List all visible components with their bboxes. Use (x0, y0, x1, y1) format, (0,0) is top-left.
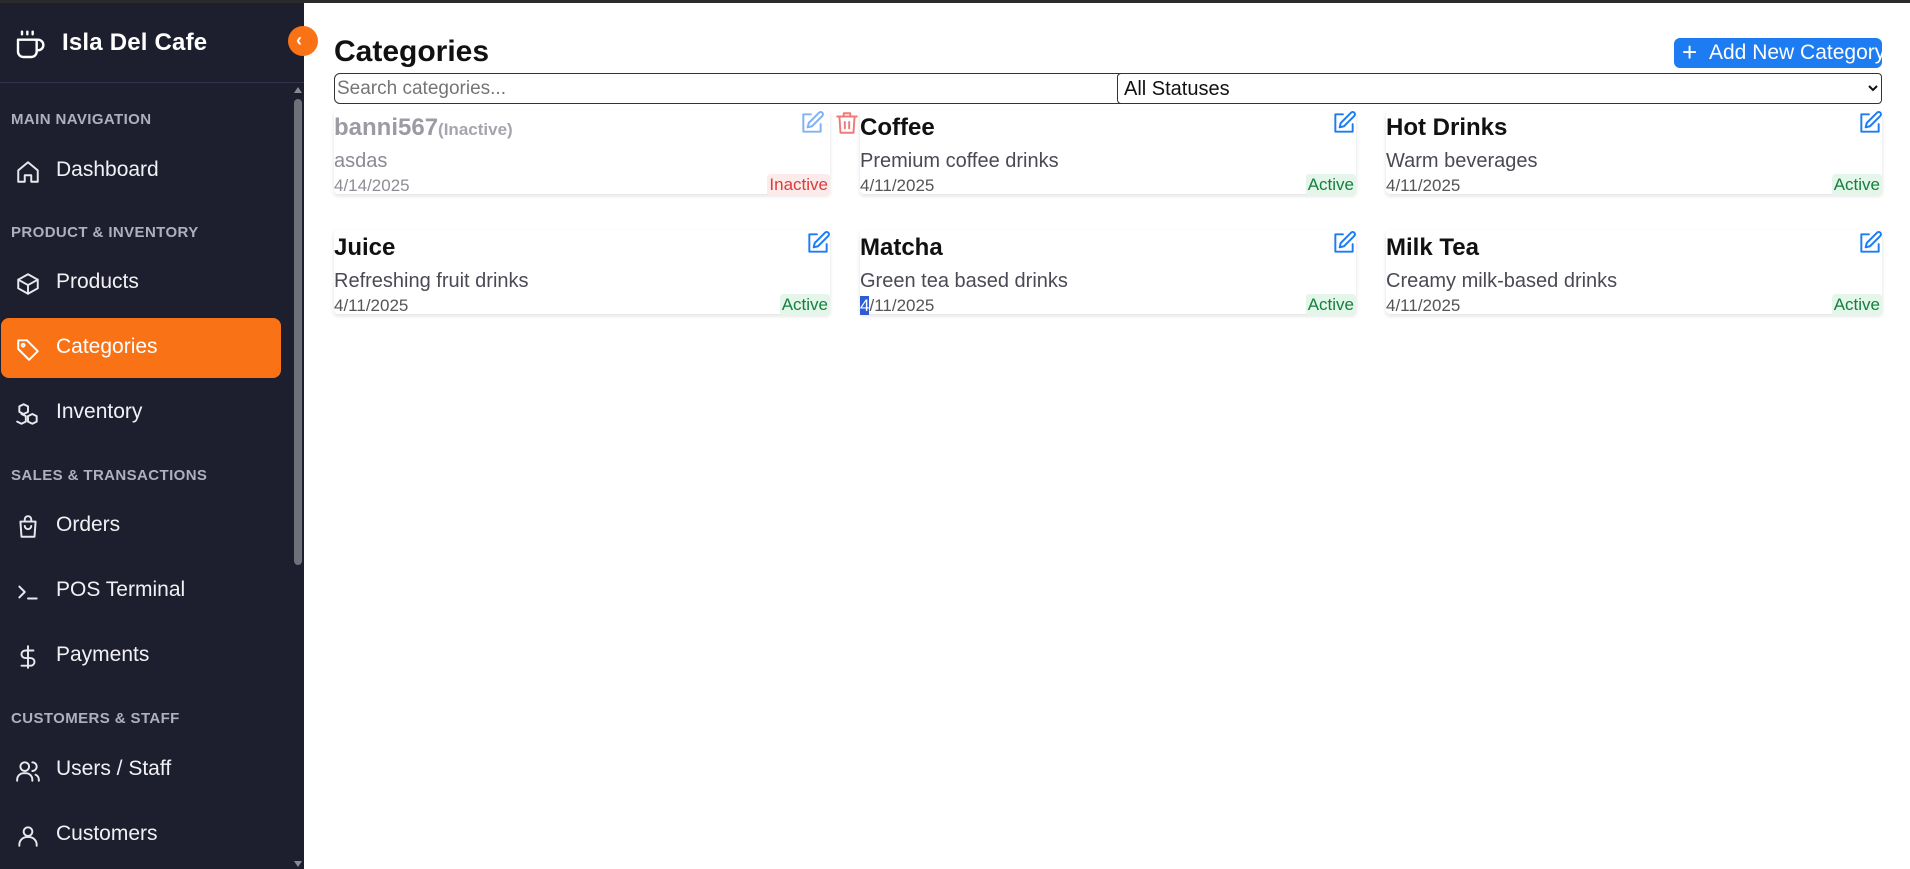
sidebar-item-orders[interactable]: Orders (1, 496, 281, 556)
category-description: Refreshing fruit drinks (334, 270, 529, 292)
category-date-rest: /11/2025 (869, 296, 935, 315)
add-button-label: Add New Category (1709, 41, 1886, 64)
edit-icon[interactable] (1857, 230, 1883, 256)
sidebar-item-users-staff[interactable]: Users / Staff (1, 740, 281, 800)
app-name: Isla Del Cafe (62, 29, 208, 56)
sidebar-item-label: Users / Staff (56, 757, 172, 780)
sidebar-item-products[interactable]: Products (1, 253, 281, 313)
category-name: Juice (334, 234, 396, 261)
category-name: Coffee (860, 114, 935, 141)
sidebar-item-label: Inventory (56, 400, 143, 423)
box-icon (17, 273, 39, 295)
search-input[interactable] (334, 73, 1128, 104)
sidebar-item-label: Orders (56, 513, 121, 536)
status-badge: Active (779, 294, 830, 316)
category-card-banni567[interactable]: banni567(Inactive) asdas 4/14/2025 Inact… (334, 110, 858, 196)
category-date: 4/11/2025 (1386, 176, 1461, 195)
sidebar: Isla Del Cafe MAIN NAVIGATION Dashboard … (0, 3, 304, 869)
edit-icon[interactable] (1331, 230, 1357, 256)
sidebar-item-pos-terminal[interactable]: POS Terminal (1, 561, 281, 621)
status-badge: Inactive (767, 174, 830, 196)
scroll-up-arrow-icon[interactable] (294, 87, 302, 93)
add-new-category-button[interactable]: + Add New Category (1674, 37, 1886, 68)
shopping-bag-icon (19, 515, 37, 538)
scrollbar-thumb[interactable] (294, 99, 302, 565)
sidebar-item-payments[interactable]: Payments (1, 626, 281, 686)
status-badge: Active (1831, 174, 1882, 196)
trash-icon[interactable] (834, 110, 860, 136)
status-badge: Active (1305, 294, 1356, 316)
category-description: asdas (334, 150, 388, 172)
section-main-navigation: MAIN NAVIGATION (11, 111, 152, 128)
sidebar-item-categories[interactable]: Categories (1, 318, 281, 378)
chevron-left-icon: ‹ (296, 30, 302, 50)
scroll-down-arrow-icon[interactable] (294, 861, 302, 867)
boxes-icon (16, 403, 38, 425)
category-card-matcha[interactable]: Matcha Green tea based drinks 4/11/2025 … (860, 230, 1357, 316)
terminal-icon (18, 585, 38, 600)
dollar-icon (20, 645, 36, 669)
category-name: banni567(Inactive) (334, 114, 513, 142)
main-content: Categories + Add New Category All Status… (304, 3, 1910, 869)
sidebar-item-customers[interactable]: Customers (1, 805, 281, 865)
category-description: Green tea based drinks (860, 270, 1068, 292)
category-description: Creamy milk-based drinks (1386, 270, 1618, 292)
category-name-text: banni567 (334, 114, 439, 141)
inactive-tag: (Inactive) (438, 120, 513, 139)
sidebar-item-label: Customers (56, 822, 158, 845)
home-icon (17, 161, 39, 183)
sidebar-item-label: Payments (56, 643, 150, 666)
status-filter-select[interactable]: All Statuses (1117, 73, 1882, 104)
category-description: Warm beverages (1386, 150, 1538, 172)
sidebar-item-inventory[interactable]: Inventory (1, 383, 281, 443)
status-badge: Active (1305, 174, 1356, 196)
sidebar-item-label: Dashboard (56, 158, 159, 181)
coffee-cup-icon (16, 30, 45, 59)
category-name: Milk Tea (1386, 234, 1479, 261)
category-card-juice[interactable]: Juice Refreshing fruit drinks 4/11/2025 … (334, 230, 831, 316)
sidebar-item-label: POS Terminal (56, 578, 186, 601)
category-card-milk-tea[interactable]: Milk Tea Creamy milk-based drinks 4/11/2… (1386, 230, 1883, 316)
sidebar-item-dashboard[interactable]: Dashboard (1, 141, 281, 201)
category-date: 4/14/2025 (334, 176, 410, 195)
sidebar-scrollbar[interactable] (292, 85, 304, 869)
category-name: Hot Drinks (1386, 114, 1508, 141)
section-product-inventory: PRODUCT & INVENTORY (11, 224, 199, 241)
category-card-coffee[interactable]: Coffee Premium coffee drinks 4/11/2025 A… (860, 110, 1357, 196)
sidebar-item-label: Categories (56, 335, 158, 358)
category-date: 4/11/2025 (1386, 296, 1461, 315)
edit-icon[interactable] (799, 110, 825, 136)
category-date: 4/11/2025 (860, 296, 934, 316)
category-date: 4/11/2025 (860, 176, 935, 195)
sidebar-item-label: Products (56, 270, 139, 293)
page-title: Categories (334, 35, 490, 68)
category-name: Matcha (860, 234, 943, 261)
edit-icon[interactable] (805, 230, 831, 256)
category-date: 4/11/2025 (334, 296, 409, 315)
status-badge: Active (1831, 294, 1882, 316)
user-icon (18, 826, 38, 847)
edit-icon[interactable] (1331, 110, 1357, 136)
section-customers-staff: CUSTOMERS & STAFF (11, 710, 180, 727)
plus-icon: + (1682, 37, 1698, 67)
edit-icon[interactable] (1857, 110, 1883, 136)
users-icon (16, 761, 40, 782)
section-sales-transactions: SALES & TRANSACTIONS (11, 467, 208, 484)
brand-header: Isla Del Cafe (0, 3, 304, 83)
category-description: Premium coffee drinks (860, 150, 1059, 172)
tag-icon (17, 339, 39, 361)
category-card-hot-drinks[interactable]: Hot Drinks Warm beverages 4/11/2025 Acti… (1386, 110, 1883, 196)
